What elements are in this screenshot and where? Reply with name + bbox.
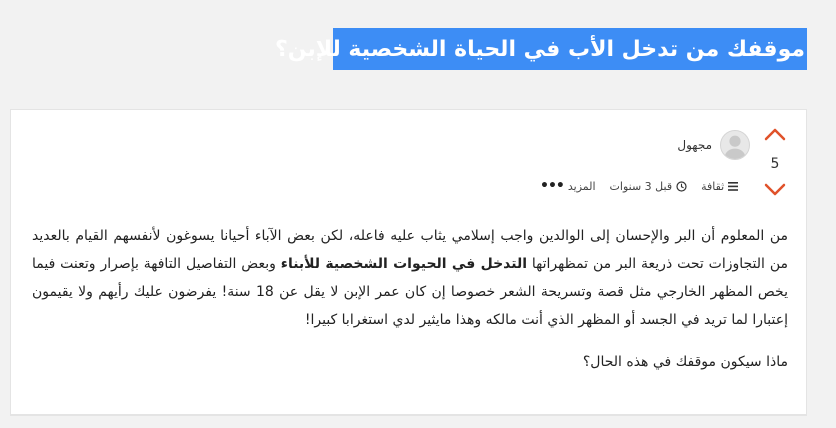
post-body: من المعلوم أن البر والإحسان إلى الوالدين… xyxy=(32,222,788,376)
more-menu-button[interactable]: المزيد ••• xyxy=(540,178,596,194)
meta-time: قبل 3 سنوات xyxy=(610,180,688,193)
vote-up-button[interactable] xyxy=(764,126,786,141)
meta-category[interactable]: ثقافة xyxy=(701,179,739,193)
question-title: موقفك من تدخل الأب في الحياة الشخصية للإ… xyxy=(274,36,805,62)
vote-count: 5 xyxy=(770,156,780,172)
ellipsis-icon: ••• xyxy=(540,178,565,194)
chevron-up-icon xyxy=(764,128,786,141)
author-name[interactable]: مجهول xyxy=(677,138,712,152)
vote-down-button[interactable] xyxy=(764,182,786,196)
post-question: ماذا سيكون موقفك في هذه الحال؟ xyxy=(582,354,788,370)
author-row: مجهول xyxy=(560,128,750,162)
chevron-down-icon xyxy=(764,183,786,196)
post-text-bold: التدخل في الحيوات الشخصية للأبناء xyxy=(280,256,528,272)
page: موقفك من تدخل الأب في الحياة الشخصية للإ… xyxy=(0,0,836,428)
list-icon xyxy=(728,181,739,191)
clock-icon xyxy=(676,180,687,192)
user-avatar-icon[interactable] xyxy=(720,130,750,160)
meta-time-label: قبل 3 سنوات xyxy=(609,179,673,193)
vote-widget: 5 xyxy=(759,126,791,200)
question-title-block: موقفك من تدخل الأب في الحياة الشخصية للإ… xyxy=(275,28,807,70)
post-meta: ثقافة قبل 3 سنوات المزيد ••• xyxy=(540,176,750,196)
post-paragraph: من المعلوم أن البر والإحسان إلى الوالدين… xyxy=(32,222,788,334)
divider xyxy=(10,415,807,416)
meta-category-label: ثقافة xyxy=(701,179,725,193)
more-label: المزيد xyxy=(567,179,596,193)
